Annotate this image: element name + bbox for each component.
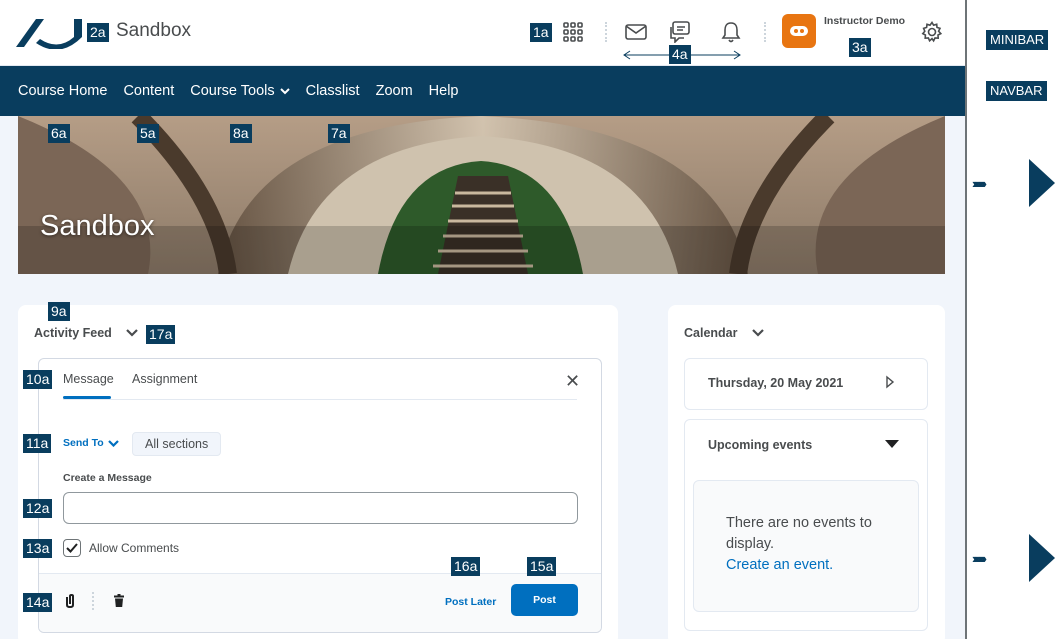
- badge-7a: 7a: [328, 124, 350, 143]
- no-events-message: There are no events to display.: [726, 515, 872, 552]
- brand-logo[interactable]: [14, 13, 86, 49]
- badge-17a: 17a: [146, 325, 176, 344]
- no-events-box: There are no events to display. Create a…: [693, 480, 919, 612]
- badge-14a: 14a: [23, 593, 53, 612]
- close-icon[interactable]: ✕: [565, 371, 580, 392]
- badge-16a: 16a: [451, 557, 481, 576]
- post-button[interactable]: Post: [511, 584, 578, 616]
- lms-window: Sandbox Instructor Demo Course Home Cont…: [0, 0, 967, 639]
- waffle-icon[interactable]: [559, 18, 587, 46]
- nav-classlist[interactable]: Classlist: [306, 83, 360, 99]
- badge-9a: 9a: [48, 302, 70, 321]
- divider: [764, 22, 766, 42]
- nav-content[interactable]: Content: [123, 83, 174, 99]
- arrow-right-icon: [1029, 534, 1055, 582]
- nav-course-tools-label: Course Tools: [190, 83, 275, 99]
- badge-2a: 2a: [87, 23, 109, 42]
- minibar: Sandbox Instructor Demo: [0, 0, 965, 66]
- divider: [605, 22, 607, 42]
- trash-icon[interactable]: [114, 594, 124, 607]
- nav-course-tools[interactable]: Course Tools: [190, 83, 290, 99]
- calendar-card: Calendar Thursday, 20 May 2021 Upcoming …: [668, 305, 945, 639]
- nav-course-home[interactable]: Course Home: [18, 83, 107, 99]
- badge-4a: 4a: [669, 45, 691, 64]
- send-to-dropdown[interactable]: Send To: [63, 437, 119, 449]
- upcoming-events-panel: Upcoming events There are no events to d…: [684, 419, 928, 631]
- activity-feed-heading[interactable]: Activity Feed: [34, 326, 138, 340]
- create-message-label: Create a Message: [63, 472, 152, 484]
- next-day-icon[interactable]: [885, 375, 895, 389]
- calendar-heading[interactable]: Calendar: [684, 326, 764, 340]
- calendar-date-row: Thursday, 20 May 2021: [684, 358, 928, 410]
- check-icon: [66, 543, 78, 553]
- tab-assignment[interactable]: Assignment: [132, 372, 197, 386]
- role-avatar[interactable]: [782, 14, 816, 48]
- attachment-icon[interactable]: [65, 594, 75, 608]
- chevron-down-icon: [126, 329, 138, 337]
- side-label-navbar: NAVBAR: [986, 81, 1047, 101]
- allow-comments-label: Allow Comments: [89, 541, 180, 555]
- calendar-date: Thursday, 20 May 2021: [708, 376, 844, 390]
- calendar-title: Calendar: [684, 326, 738, 340]
- side-label-minibar: MINIBAR: [986, 30, 1049, 50]
- navbar: Course Home Content Course Tools Classli…: [0, 66, 965, 116]
- badge-11a: 11a: [23, 434, 52, 453]
- badge-15a: 15a: [527, 557, 557, 576]
- badge-10a: 10a: [23, 370, 53, 389]
- send-to-label: Send To: [63, 437, 104, 449]
- gear-icon[interactable]: [918, 18, 946, 46]
- arrow-right-icon: [1029, 159, 1055, 207]
- nav-zoom[interactable]: Zoom: [376, 83, 413, 99]
- tabs-divider: [63, 399, 577, 400]
- badge-8a: 8a: [230, 124, 252, 143]
- activity-feed-card: Activity Feed Message Assignment ✕ Send …: [18, 305, 618, 639]
- chevron-arrow-decoration: ›››››››››: [972, 176, 987, 191]
- nav-help[interactable]: Help: [429, 83, 459, 99]
- collapse-triangle-icon[interactable]: [885, 440, 899, 448]
- activity-feed-title: Activity Feed: [34, 326, 112, 340]
- badge-13a: 13a: [23, 539, 53, 558]
- tab-message[interactable]: Message: [63, 372, 114, 386]
- badge-5a: 5a: [137, 124, 159, 143]
- course-title[interactable]: Sandbox: [116, 20, 191, 42]
- post-composer: Message Assignment ✕ Send To All section…: [38, 358, 602, 633]
- chevron-down-icon: [279, 87, 290, 94]
- badge-6a: 6a: [48, 124, 70, 143]
- allow-comments-checkbox[interactable]: [63, 539, 81, 557]
- create-event-link[interactable]: Create an event.: [726, 555, 918, 576]
- upcoming-events-label: Upcoming events: [708, 438, 813, 452]
- badge-1a: 1a: [530, 23, 552, 42]
- banner-title: Sandbox: [40, 210, 155, 242]
- divider: [92, 592, 94, 610]
- chevron-arrow-decoration: ›››››››››: [972, 551, 987, 566]
- user-name[interactable]: Instructor Demo: [824, 15, 905, 27]
- mail-icon[interactable]: [622, 18, 650, 46]
- message-input[interactable]: [63, 492, 578, 524]
- badge-3a: 3a: [849, 38, 871, 57]
- active-tab-indicator: [63, 396, 111, 399]
- bell-icon[interactable]: [717, 18, 745, 46]
- chat-icon[interactable]: [666, 18, 694, 46]
- composer-footer: Post Later Post: [39, 573, 601, 632]
- section-chip[interactable]: All sections: [132, 432, 222, 456]
- chevron-down-icon: [107, 439, 119, 447]
- badge-12a: 12a: [23, 499, 53, 518]
- mask-icon: [790, 26, 808, 36]
- post-later-button[interactable]: Post Later: [445, 596, 496, 608]
- chevron-down-icon: [751, 329, 764, 337]
